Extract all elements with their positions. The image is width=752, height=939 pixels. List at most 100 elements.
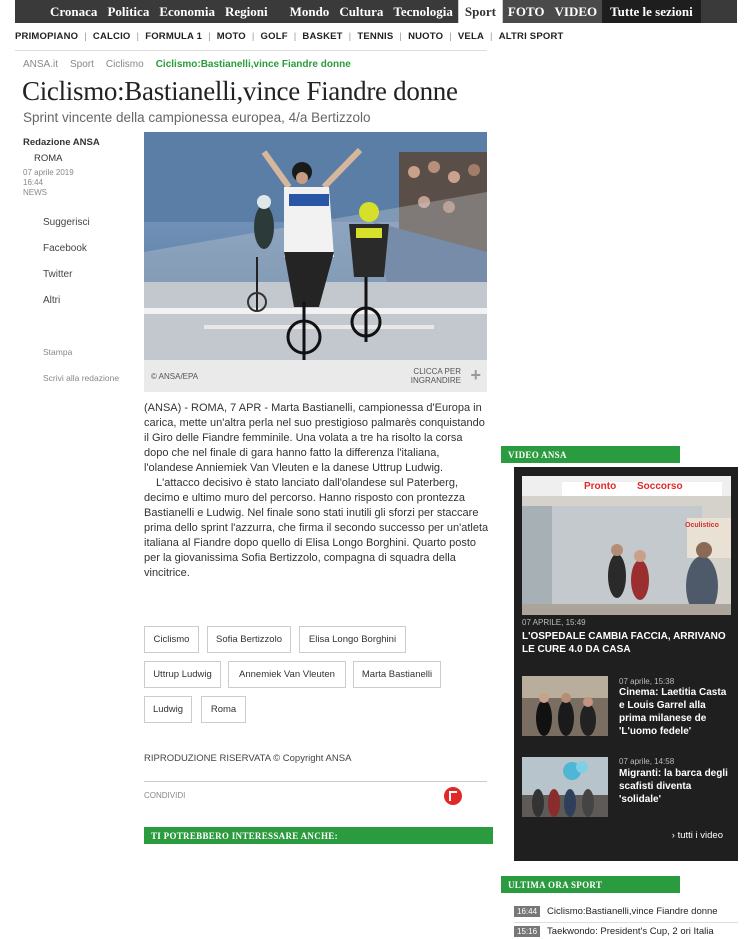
breadcrumb-sport[interactable]: Sport <box>70 59 94 70</box>
subnav-separator: | <box>490 30 493 42</box>
article-hero-image[interactable] <box>144 132 487 360</box>
tag-item[interactable]: Ludwig <box>144 696 192 723</box>
breadcrumb-current: Ciclismo:Bastianelli,vince Fiandre donne <box>155 59 351 70</box>
article-meta: 07 aprile 2019 16:44 NEWS <box>23 168 74 198</box>
subnav-primopiano[interactable]: PRIMOPIANO <box>15 31 82 42</box>
breadcrumb-ansa[interactable]: ANSA.it <box>23 59 58 70</box>
facebook-link[interactable]: Facebook <box>43 243 90 269</box>
article-date: 07 aprile 2019 <box>23 168 74 177</box>
sign-oculistico: Oculistico <box>685 522 719 529</box>
image-credit: © ANSA/EPA <box>151 372 199 381</box>
divider <box>144 781 487 782</box>
breadcrumb-ciclismo[interactable]: Ciclismo <box>106 59 144 70</box>
article-paragraph: (ANSA) - ROMA, 7 APR - Marta Bastianelli… <box>144 402 485 474</box>
latest-news-item[interactable]: 16:44 Ciclismo:Bastianelli,vince Fiandre… <box>514 906 738 917</box>
tag-item[interactable]: Ciclismo <box>144 626 199 653</box>
flipboard-icon[interactable] <box>444 787 462 805</box>
author-city: ROMA <box>34 153 63 164</box>
author-name: Redazione ANSA <box>23 137 100 148</box>
article-type: NEWS <box>23 188 47 197</box>
tag-item[interactable]: Roma <box>201 696 246 723</box>
subnav-moto[interactable]: MOTO <box>213 31 250 42</box>
subnav-formula1[interactable]: FORMULA 1 <box>141 31 206 42</box>
share-label: CONDIVIDI <box>144 791 186 800</box>
tag-item[interactable]: Annemiek Van Vleuten <box>228 661 346 688</box>
twitter-link[interactable]: Twitter <box>43 269 90 295</box>
subnav-separator: | <box>251 30 255 42</box>
video-date: 07 aprile, 14:58 <box>619 757 675 766</box>
related-section-header: TI POTREBBERO INTERESSARE ANCHE: <box>144 827 493 844</box>
nav-cultura[interactable]: Cultura <box>334 0 388 23</box>
subnav-separator: | <box>208 30 211 42</box>
image-caption-bar: © ANSA/EPA CLICCA PER INGRANDIRE + <box>144 360 487 392</box>
article-title: Ciclismo:Bastianelli,vince Fiandre donne <box>22 76 458 106</box>
enlarge-label-line2: INGRANDIRE <box>410 376 461 385</box>
tag-item[interactable]: Marta Bastianelli <box>353 661 441 688</box>
hospital-entrance-image <box>522 476 731 615</box>
article-body: (ANSA) - ROMA, 7 APR - Marta Bastianelli… <box>144 401 490 581</box>
migrants-boat-image <box>522 757 608 817</box>
subnav-separator: | <box>399 30 403 42</box>
subnav-calcio[interactable]: CALCIO <box>89 31 135 42</box>
subnav-golf[interactable]: GOLF <box>257 31 292 42</box>
main-video-title[interactable]: L'OSPEDALE CAMBIA FACCIA, ARRIVANO LE CU… <box>522 630 728 656</box>
news-title[interactable]: Ciclismo:Bastianelli,vince Fiandre donne <box>547 906 718 917</box>
subnav-separator: | <box>84 30 87 42</box>
nav-politica[interactable]: Politica <box>102 0 154 23</box>
main-video-thumbnail[interactable]: Pronto Soccorso Oculistico <box>522 476 731 615</box>
article-tools: Stampa Scrivi alla redazione <box>43 347 119 399</box>
breadcrumb: ANSA.it Sport Ciclismo Ciclismo:Bastiane… <box>23 59 363 70</box>
video-ansa-header: VIDEO ANSA <box>501 446 680 463</box>
enlarge-link[interactable]: CLICCA PER INGRANDIRE <box>411 367 461 385</box>
video-thumbnail[interactable] <box>522 676 608 736</box>
plus-icon[interactable]: + <box>470 366 481 384</box>
divider <box>15 50 487 51</box>
ultima-ora-header: ULTIMA ORA SPORT <box>501 876 680 893</box>
article-subtitle: Sprint vincente della campionessa europe… <box>23 110 371 125</box>
nav-tecnologia[interactable]: Tecnologia <box>388 0 457 23</box>
news-time: 16:44 <box>514 906 541 917</box>
main-video-date: 07 APRILE, 15:49 <box>522 618 586 627</box>
nav-video[interactable]: VIDEO <box>549 0 603 23</box>
suggest-link[interactable]: Suggerisci <box>43 217 90 243</box>
video-thumbnail[interactable] <box>522 757 608 817</box>
subnav-tennis[interactable]: TENNIS <box>353 31 397 42</box>
tag-item[interactable]: Uttrup Ludwig <box>144 661 221 688</box>
subnav-separator: | <box>449 30 452 42</box>
video-title[interactable]: Cinema: Laetitia Casta e Louis Garrel al… <box>619 686 734 738</box>
print-link[interactable]: Stampa <box>43 347 119 373</box>
nav-foto[interactable]: FOTO <box>502 0 550 23</box>
copyright-notice: RIPRODUZIONE RISERVATA © Copyright ANSA <box>144 753 352 764</box>
nav-regioni[interactable]: Regioni <box>220 0 273 23</box>
article-time: 16:44 <box>23 178 44 187</box>
tag-item[interactable]: Elisa Longo Borghini <box>299 626 406 653</box>
video-ansa-box: Pronto Soccorso Oculistico 07 APRILE, 15… <box>514 467 738 861</box>
sport-subnavigation: PRIMOPIANO | CALCIO | FORMULA 1 | MOTO | GOL… <box>15 24 737 48</box>
sign-soccorso: Soccorso <box>637 481 683 492</box>
nav-mondo[interactable]: Mondo <box>285 0 335 23</box>
video-title[interactable]: Migranti: la barca degli scafisti divent… <box>619 767 734 806</box>
other-share-link[interactable]: Altri <box>43 295 90 321</box>
enlarge-label-line1: CLICCA PER <box>413 367 461 376</box>
latest-news-item[interactable]: 15:16 Taekwondo: President's Cup, 2 ori … <box>514 926 738 937</box>
subnav-basket[interactable]: BASKET <box>298 31 346 42</box>
nav-tutte-le-sezioni[interactable]: Tutte le sezioni <box>602 0 701 23</box>
subnav-vela[interactable]: VELA <box>454 31 488 42</box>
cyclists-photo <box>144 132 487 360</box>
all-videos-link[interactable]: › tutti i video <box>672 830 723 841</box>
author-block: Redazione ANSA ROMA <box>23 137 100 164</box>
subnav-altri-sport[interactable]: ALTRI SPORT <box>495 31 568 42</box>
divider <box>514 922 738 923</box>
nav-cronaca[interactable]: Cronaca <box>15 0 102 23</box>
subnav-separator: | <box>348 30 352 42</box>
sign-pronto: Pronto <box>584 481 617 492</box>
nav-sport[interactable]: Sport <box>457 0 503 23</box>
subnav-nuoto[interactable]: NUOTO <box>404 31 447 42</box>
news-title[interactable]: Taekwondo: President's Cup, 2 ori Italia <box>547 926 714 937</box>
news-time: 15:16 <box>514 926 541 937</box>
write-editor-link[interactable]: Scrivi alla redazione <box>43 373 119 399</box>
video-date: 07 aprile, 15:38 <box>619 677 675 686</box>
top-navigation: Cronaca Politica Economia Regioni Mondo … <box>15 0 737 23</box>
nav-economia[interactable]: Economia <box>154 0 220 23</box>
tag-item[interactable]: Sofia Bertizzolo <box>207 626 291 653</box>
